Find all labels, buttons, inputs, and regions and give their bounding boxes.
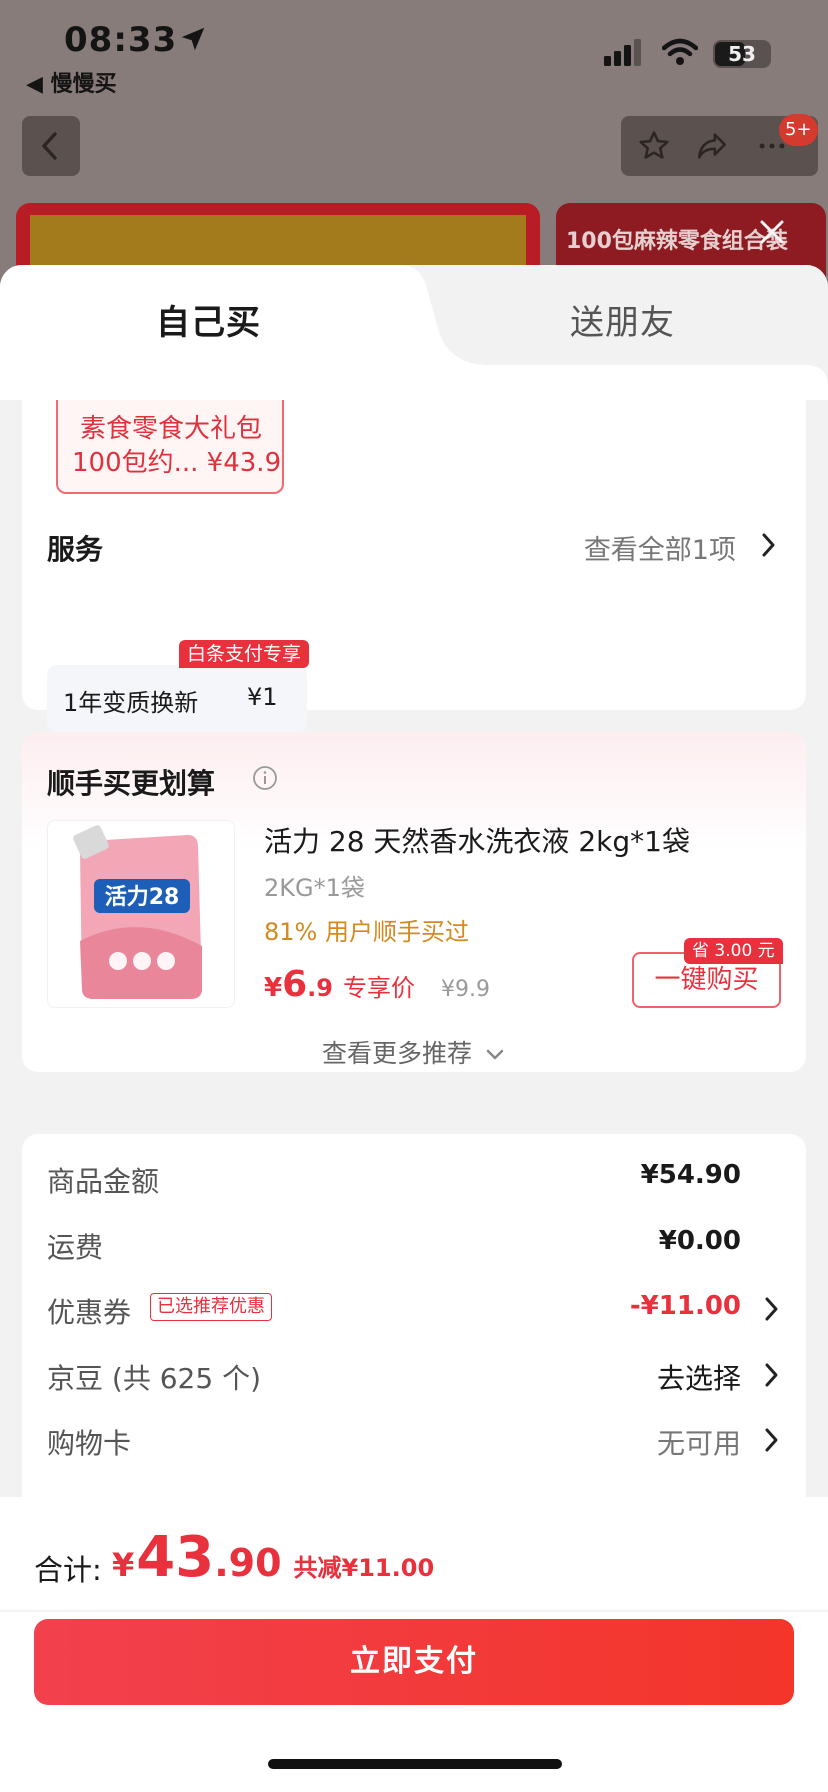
product-bought-rate: 81% 用户顺手买过 (264, 918, 469, 946)
chevron-left-icon (42, 132, 57, 160)
chevron-right-icon (765, 1363, 778, 1387)
price-decimal: .9 (307, 974, 333, 1002)
divider (0, 1610, 828, 1612)
info-icon[interactable] (252, 765, 278, 791)
gift-option[interactable]: 素食零食大礼包 100包约... ¥43.9 (56, 400, 284, 494)
total-saved: 共减¥11.00 (293, 1554, 435, 1582)
product-spec: 2KG*1袋 (264, 874, 365, 902)
back-to-app-link[interactable]: ◀ 慢慢买 (26, 66, 117, 98)
tab-active-background (0, 265, 828, 400)
shopping-card-value: 无可用 (656, 1427, 741, 1460)
summary-row-shopping-card[interactable]: 购物卡 无可用 (47, 1416, 781, 1466)
price-integer: 6 (282, 964, 308, 1005)
recommend-title: 顺手买更划算 (47, 767, 216, 800)
goods-amount-label: 商品金额 (47, 1165, 160, 1198)
product-logo-text: 活力28 (105, 885, 180, 910)
status-bar: 08:33 ◀ 慢慢买 53 (0, 0, 828, 100)
summary-row-jingdou[interactable]: 京豆 (共 625 个) 去选择 (47, 1351, 781, 1401)
summary-row-shipping: 运费 ¥0.00 (47, 1220, 781, 1270)
service-item-name: 1年变质换新 (63, 689, 199, 717)
summary-row-coupon[interactable]: 优惠券 已选推荐优惠 -¥11.00 (47, 1285, 781, 1335)
coupon-selected-badge: 已选推荐优惠 (150, 1293, 272, 1321)
more-recommendations-label: 查看更多推荐 (322, 1039, 473, 1068)
signal-icon (604, 39, 641, 66)
chevron-right-icon (765, 1428, 778, 1452)
gift-name: 素食零食大礼包 (80, 414, 263, 444)
summary-row-goods: 商品金额 ¥54.90 (47, 1154, 781, 1204)
shopping-card-label: 购物卡 (47, 1427, 132, 1460)
goods-amount-value: ¥54.90 (640, 1160, 741, 1190)
order-summary-card: 商品金额 ¥54.90 运费 ¥0.00 优惠券 已选推荐优惠 -¥11.00 … (22, 1134, 806, 1554)
chevron-right-icon (765, 1297, 778, 1321)
total-integer: 43 (136, 1525, 215, 1590)
gift-price: 100包约... ¥43.9 (72, 448, 282, 478)
chevron-right-icon[interactable] (760, 531, 778, 559)
service-item[interactable]: 1年变质换新 ¥1 (47, 665, 307, 733)
tab-buy-for-self[interactable]: 自己买 (156, 295, 261, 344)
save-amount-badge: 省 3.00 元 (684, 938, 783, 964)
wifi-icon (662, 38, 698, 65)
more-recommendations-link[interactable]: 查看更多推荐 (22, 1034, 806, 1070)
checkout-bottom-bar: 合计: ¥ 43 .90 共减¥11.00 立即支付 (0, 1497, 828, 1792)
jingdou-label: 京豆 (共 625 个) (47, 1362, 261, 1395)
jingdou-value: 去选择 (656, 1362, 741, 1395)
shipping-label: 运费 (47, 1231, 104, 1264)
recommend-card: 顺手买更划算 活力28 活力 28 天然香水洗衣液 2kg*1袋 2KG*1袋 … (22, 732, 806, 1072)
total-decimal: .90 (214, 1541, 282, 1585)
product-price-row: ¥ 6 .9 专享价 ¥9.9 (264, 964, 490, 1005)
location-arrow-icon (181, 27, 205, 51)
total-label: 合计: (34, 1553, 102, 1587)
tab-gift-to-friend[interactable]: 送朋友 (570, 295, 675, 344)
total-amount: ¥ 43 .90 共减¥11.00 (112, 1525, 434, 1590)
shipping-value: ¥0.00 (658, 1226, 741, 1256)
total-currency: ¥ (112, 1546, 135, 1584)
coupon-value: -¥11.00 (629, 1291, 741, 1321)
coupon-label: 优惠券 (47, 1296, 132, 1329)
chevron-down-icon (486, 1049, 504, 1060)
share-icon[interactable] (695, 129, 729, 163)
product-image[interactable]: 活力28 (47, 820, 235, 1008)
detergent-bag-image: 活力28 (73, 825, 202, 999)
battery-level: 53 (728, 42, 756, 66)
price-currency: ¥ (264, 973, 283, 1003)
price-exclusive-tag: 专享价 (342, 974, 415, 1002)
star-icon[interactable] (637, 129, 671, 163)
pay-now-button[interactable]: 立即支付 (34, 1619, 794, 1705)
home-indicator (268, 1759, 562, 1769)
tab-bar: 自己买 送朋友 (0, 265, 828, 400)
service-view-all-link[interactable]: 查看全部1项 (584, 528, 736, 567)
product-name[interactable]: 活力 28 天然香水洗衣液 2kg*1袋 (264, 820, 690, 860)
service-title: 服务 (47, 533, 104, 566)
service-item-badge: 白条支付专享 (179, 640, 310, 668)
nav-back-button[interactable] (22, 116, 80, 176)
service-item-price: ¥1 (247, 683, 278, 711)
price-original: ¥9.9 (440, 977, 490, 1002)
battery-indicator: 53 (713, 40, 771, 68)
status-time: 08:33 (64, 20, 178, 60)
message-count-badge: 5+ (779, 114, 818, 146)
close-icon[interactable] (752, 212, 792, 252)
